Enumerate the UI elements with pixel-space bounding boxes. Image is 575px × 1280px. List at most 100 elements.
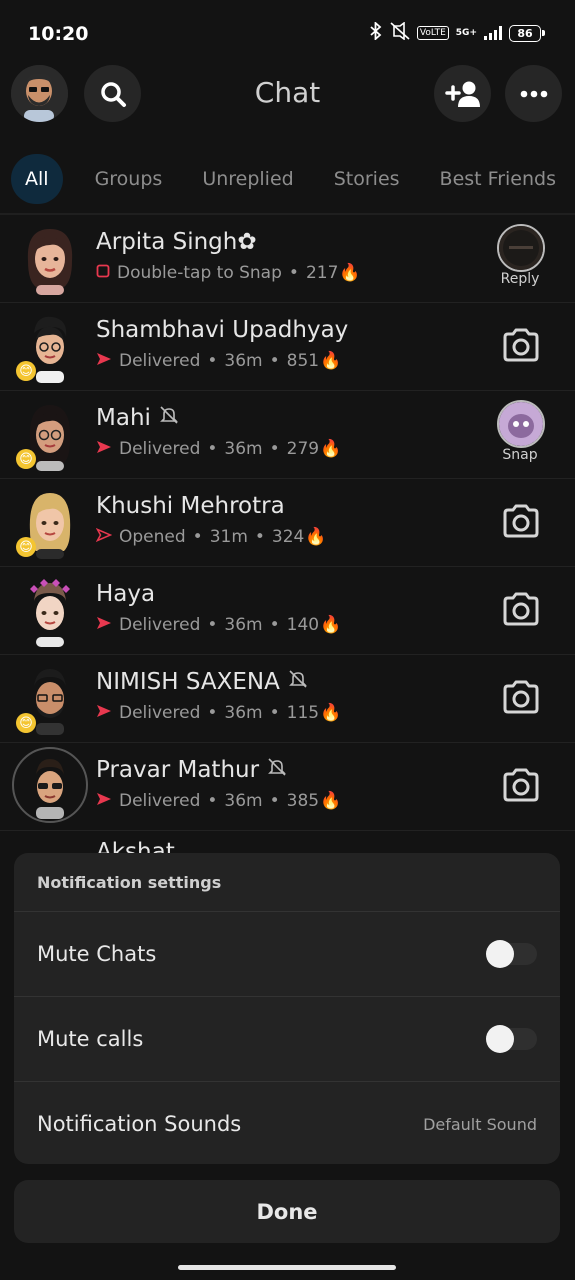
delivered-arrow-icon [96, 351, 112, 371]
status-icons: VoLTE 5G+ 86 [369, 20, 545, 44]
toggle-knob [486, 940, 514, 968]
streak-count: 851 [286, 351, 320, 371]
friend-name: Shambhavi Upadhyay [96, 317, 349, 343]
fire-icon: 🔥 [339, 263, 361, 283]
camera-button[interactable] [497, 761, 545, 809]
notification-sounds-label: Notification Sounds [37, 1112, 242, 1136]
chat-row[interactable]: Arpita Singh✿ Double-tap to Snap • 217 🔥 … [0, 215, 575, 303]
fire-icon: 🔥 [320, 703, 342, 723]
fire-icon: 🔥 [320, 615, 342, 635]
chat-row[interactable]: 😊 Shambhavi Upadhyay Delivered • 36m • 8… [0, 303, 575, 391]
chat-row[interactable]: Pravar Mathur Delivered • 36m • 385 🔥 [0, 743, 575, 831]
chat-status: Double-tap to Snap • 217 🔥 [96, 263, 361, 283]
silent-mode-icon [390, 21, 410, 44]
story-thumbnail[interactable] [497, 224, 545, 272]
status-bar: 10:20 VoLTE 5G+ 86 [0, 0, 575, 60]
tab-unreplied[interactable]: Unreplied [202, 154, 293, 204]
chat-time: 36m [224, 351, 263, 371]
friend-name: NIMISH SAXENA [96, 669, 308, 695]
tab-stories[interactable]: Stories [334, 154, 400, 204]
camera-button[interactable] [497, 585, 545, 633]
friend-emoji-badge: 😊 [16, 361, 36, 381]
profile-avatar-button[interactable] [11, 65, 68, 122]
tab-best-friends[interactable]: Best Friends [440, 154, 556, 204]
chat-row[interactable]: 😊 NIMISH SAXENA Delivered • 36m • 115 🔥 [0, 655, 575, 743]
streak-count: 140 [286, 615, 320, 635]
streak-count: 115 [286, 703, 320, 723]
mute-chats-row[interactable]: Mute Chats [14, 912, 560, 997]
bluetooth-icon [369, 20, 383, 44]
camera-icon [503, 768, 539, 802]
chat-row[interactable]: 😊 Mahi Delivered • 36m • 279 🔥 Snap [0, 391, 575, 479]
battery-level: 86 [517, 26, 533, 40]
reply-label[interactable]: Reply [485, 271, 555, 287]
friend-avatar[interactable] [14, 221, 86, 295]
friend-avatar[interactable] [14, 573, 86, 647]
friend-avatar[interactable]: 😊 [14, 309, 86, 383]
camera-icon [503, 592, 539, 626]
friend-emoji-badge: 😊 [16, 449, 36, 469]
chat-header: Chat [0, 60, 575, 130]
done-button[interactable]: Done [14, 1180, 560, 1243]
mute-calls-toggle[interactable] [486, 1025, 537, 1053]
camera-button[interactable] [497, 321, 545, 369]
snap-label[interactable]: Snap [485, 447, 555, 463]
status-time: 10:20 [28, 23, 89, 45]
friend-name: Pravar Mathur [96, 757, 287, 783]
chat-time: 36m [224, 703, 263, 723]
muted-bell-icon [159, 405, 179, 431]
battery-icon: 86 [509, 24, 545, 42]
chat-time: 36m [224, 439, 263, 459]
opened-arrow-icon [95, 527, 113, 547]
more-options-button[interactable] [505, 65, 562, 122]
streak-count: 217 [305, 263, 339, 283]
camera-button[interactable] [497, 673, 545, 721]
tab-all[interactable]: All [11, 154, 63, 204]
notification-sounds-row[interactable]: Notification Sounds Default Sound [14, 1082, 560, 1166]
thumbnail-image [499, 226, 543, 270]
chat-row[interactable]: Haya Delivered • 36m • 140 🔥 [0, 567, 575, 655]
friend-avatar[interactable]: 😊 [14, 397, 86, 471]
chat-status: Delivered • 36m • 279 🔥 [96, 439, 341, 459]
delivered-arrow-icon [96, 703, 112, 723]
friend-emoji-badge: 😊 [16, 537, 36, 557]
fire-icon: 🔥 [305, 527, 327, 547]
delivered-arrow-icon [96, 439, 112, 459]
camera-button[interactable] [497, 497, 545, 545]
volte-icon: VoLTE [416, 26, 449, 40]
toggle-knob [486, 1025, 514, 1053]
streak-count: 385 [286, 791, 320, 811]
chat-filter-tabs: All Groups Unreplied Stories Best Friend… [11, 153, 575, 205]
chat-status: Delivered • 36m • 140 🔥 [96, 615, 341, 635]
add-friend-icon [444, 81, 480, 107]
home-indicator[interactable] [178, 1265, 396, 1270]
friend-avatar[interactable]: 😊 [14, 661, 86, 735]
muted-bell-icon [288, 669, 308, 695]
fire-icon: 🔥 [320, 791, 342, 811]
notification-sound-value[interactable]: Default Sound [423, 1115, 537, 1134]
chat-status: Opened • 31m • 324 🔥 [95, 527, 327, 547]
mute-calls-row[interactable]: Mute calls [14, 997, 560, 1082]
snap-thumbnail[interactable] [497, 400, 545, 448]
mute-chats-label: Mute Chats [37, 942, 157, 966]
chat-row[interactable]: 😊 Khushi Mehrotra Opened • 31m • 324 🔥 [0, 479, 575, 567]
chat-time: 36m [224, 615, 263, 635]
story-ring [12, 747, 88, 823]
sheet-title: Notification settings [14, 853, 560, 912]
muted-bell-icon [267, 757, 287, 783]
friend-name: Haya [96, 581, 156, 607]
friend-emoji-badge: 😊 [16, 713, 36, 733]
mute-chats-toggle[interactable] [486, 940, 537, 968]
bitmoji-avatar-icon [27, 229, 73, 295]
streak-count: 324 [271, 527, 305, 547]
camera-icon [503, 504, 539, 538]
friend-name: Khushi Mehrotra [96, 493, 285, 519]
tab-groups[interactable]: Groups [95, 154, 163, 204]
delivered-arrow-icon [96, 791, 112, 811]
fire-icon: 🔥 [320, 351, 342, 371]
friend-avatar[interactable]: 😊 [14, 485, 86, 559]
search-button[interactable] [84, 65, 141, 122]
friend-name: Arpita Singh✿ [96, 229, 257, 255]
add-friend-button[interactable] [434, 65, 491, 122]
friend-avatar[interactable] [12, 747, 88, 823]
